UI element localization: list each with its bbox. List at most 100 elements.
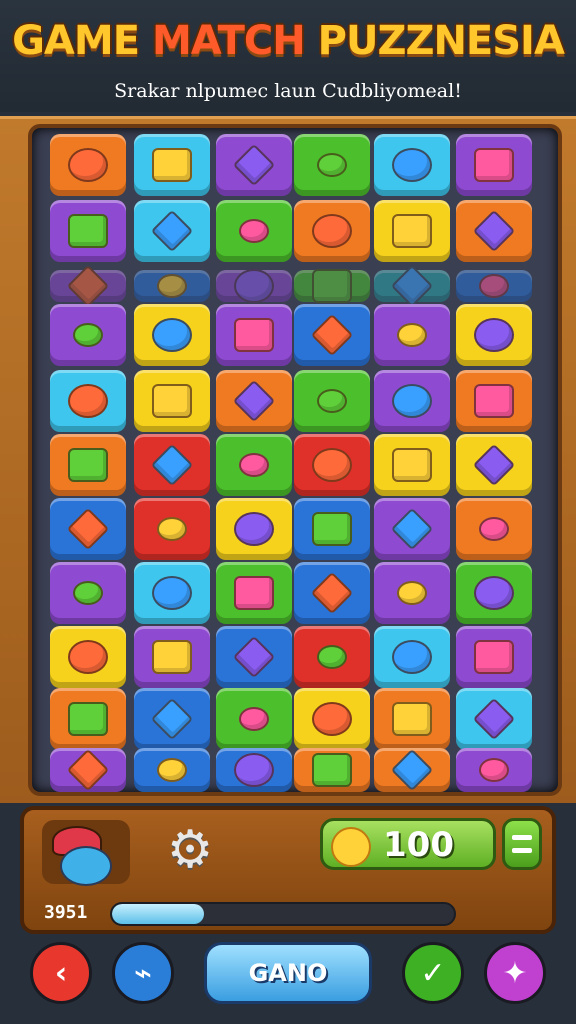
progress-fill [112, 904, 205, 924]
fruit-icon [390, 748, 434, 792]
board-tile[interactable] [294, 562, 370, 624]
board-tile[interactable] [374, 134, 450, 196]
board-tile[interactable] [456, 134, 532, 196]
fish-icon [392, 384, 432, 418]
board-tile[interactable] [50, 304, 126, 366]
board-tile[interactable] [294, 370, 370, 432]
hero-icon[interactable] [42, 820, 130, 886]
board-tile[interactable] [294, 304, 370, 366]
score-display: 100 [320, 818, 496, 870]
board-tile[interactable] [216, 304, 292, 366]
board-tile[interactable] [216, 626, 292, 688]
board-tile[interactable] [216, 134, 292, 196]
board-tile[interactable] [50, 370, 126, 432]
board-tile[interactable] [294, 434, 370, 496]
sun-coin-icon [331, 827, 371, 867]
header: GAME MATCH PUZZNESIA Srakar nlpumec laun… [0, 0, 576, 112]
game-board [28, 124, 562, 796]
board-tile[interactable] [216, 370, 292, 432]
board-tile[interactable] [374, 434, 450, 496]
cross-icon [239, 219, 269, 243]
link-button[interactable]: ⌁ [112, 942, 174, 1004]
board-tile[interactable] [50, 134, 126, 196]
board-tile[interactable] [50, 626, 126, 688]
board-tile[interactable] [456, 200, 532, 262]
board-tile[interactable] [374, 626, 450, 688]
board-tile[interactable] [374, 748, 450, 792]
board-tile[interactable] [456, 304, 532, 366]
check-button[interactable]: ✓ [402, 942, 464, 1004]
level-label: 3951 [44, 902, 88, 923]
board-tile[interactable] [134, 688, 210, 750]
board-tile[interactable] [50, 264, 126, 308]
board-tile[interactable] [456, 626, 532, 688]
board-tile[interactable] [294, 200, 370, 262]
board-tile[interactable] [216, 498, 292, 560]
board-tile[interactable] [134, 134, 210, 196]
duck-icon [472, 697, 516, 741]
board-tile[interactable] [374, 498, 450, 560]
board-tile[interactable] [294, 134, 370, 196]
board-tile[interactable] [50, 434, 126, 496]
board-tile[interactable] [374, 370, 450, 432]
board-tile[interactable] [456, 370, 532, 432]
board-tile[interactable] [216, 688, 292, 750]
board-tile[interactable] [456, 434, 532, 496]
board-tile[interactable] [374, 562, 450, 624]
board-tile[interactable] [456, 688, 532, 750]
board-tile[interactable] [216, 748, 292, 792]
board-tile[interactable] [134, 626, 210, 688]
board-tile[interactable] [456, 498, 532, 560]
board-tile[interactable] [216, 269, 292, 303]
board-tile[interactable] [294, 688, 370, 750]
board-tile[interactable] [134, 498, 210, 560]
board-tile[interactable] [374, 264, 450, 308]
board-tile[interactable] [134, 562, 210, 624]
flower-icon [234, 576, 274, 610]
back-button[interactable]: ‹ [30, 942, 92, 1004]
board-tile[interactable] [294, 626, 370, 688]
magic-button[interactable]: ✦ [484, 942, 546, 1004]
board-tile[interactable] [50, 562, 126, 624]
menu-button[interactable] [502, 818, 542, 870]
orb-icon [312, 702, 352, 736]
board-tile[interactable] [50, 688, 126, 750]
heart-icon [479, 517, 509, 541]
go-button[interactable]: GANO [204, 942, 372, 1004]
score-value: 100 [383, 825, 454, 865]
face-icon [474, 576, 514, 610]
face-icon [150, 697, 194, 741]
spike-icon [317, 389, 347, 413]
board-tile[interactable] [456, 748, 532, 792]
board-tile[interactable] [134, 434, 210, 496]
board-tile[interactable] [216, 434, 292, 496]
board-tile[interactable] [374, 688, 450, 750]
board-tile[interactable] [456, 562, 532, 624]
gear-icon[interactable]: ⚙ [164, 824, 216, 876]
bones-icon [234, 512, 274, 546]
ball-icon [239, 453, 269, 477]
board-tile[interactable] [50, 748, 126, 792]
board-tile[interactable] [50, 498, 126, 560]
board-tile[interactable] [134, 304, 210, 366]
board-tile[interactable] [294, 498, 370, 560]
apple-icon [392, 148, 432, 182]
splat-icon [317, 645, 347, 669]
cloud-icon [392, 214, 432, 248]
board-tile[interactable] [134, 270, 210, 302]
board-tile[interactable] [216, 200, 292, 262]
board-tile[interactable] [456, 270, 532, 302]
board-tile[interactable] [294, 748, 370, 792]
star-icon [68, 214, 108, 248]
leaf-icon [66, 264, 110, 308]
board-tile[interactable] [374, 304, 450, 366]
board-tile[interactable] [134, 370, 210, 432]
bird-icon [479, 758, 509, 782]
board-tile[interactable] [374, 200, 450, 262]
board-tile[interactable] [134, 200, 210, 262]
board-tile[interactable] [50, 200, 126, 262]
board-tile[interactable] [134, 748, 210, 792]
board-tile[interactable] [216, 562, 292, 624]
board-tile[interactable] [294, 269, 370, 303]
donut-icon [234, 318, 274, 352]
